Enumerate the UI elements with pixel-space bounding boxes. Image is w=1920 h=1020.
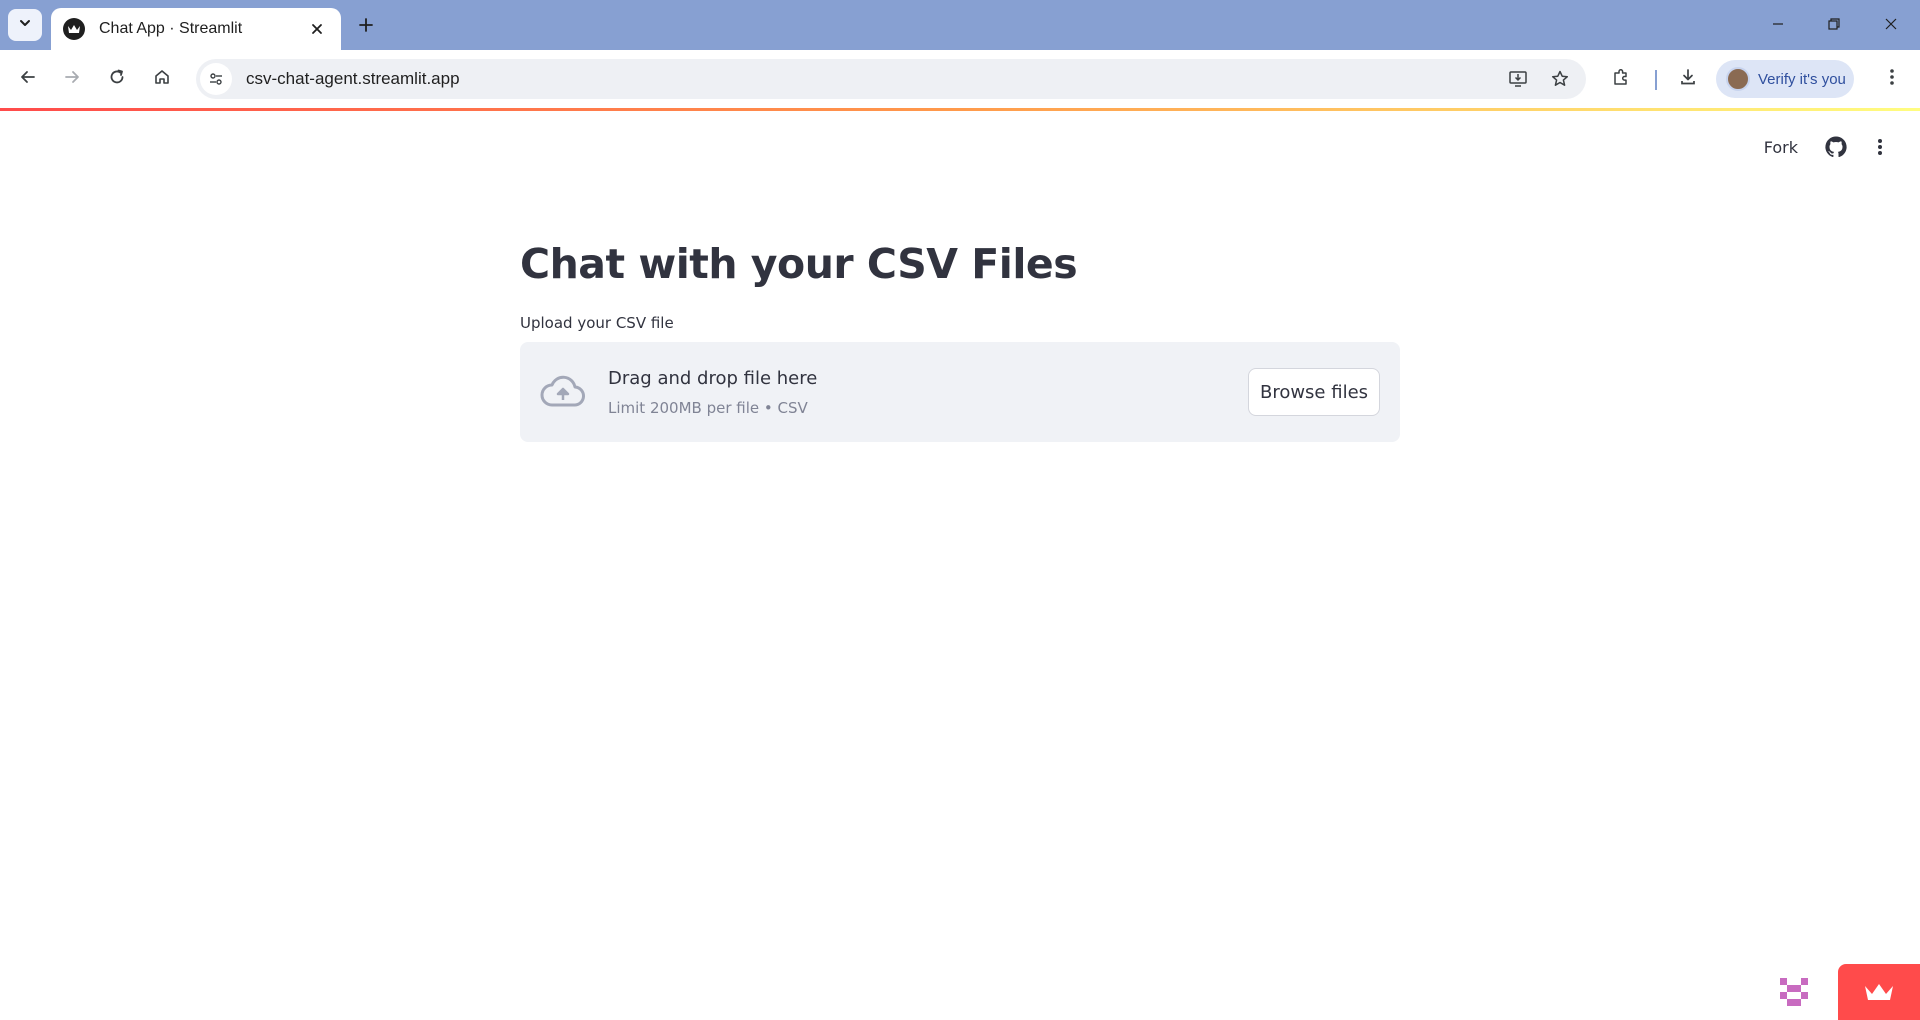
profile-label: Verify it's you (1758, 70, 1846, 88)
streamlit-crown-favicon-icon (63, 18, 85, 40)
dropzone-subtitle: Limit 200MB per file • CSV (608, 398, 808, 417)
app-menu-icon[interactable] (1866, 133, 1894, 161)
address-bar[interactable]: csv-chat-agent.streamlit.app (196, 59, 1586, 99)
app-toolbar: Fork (1764, 130, 1920, 164)
arrow-left-icon (19, 68, 37, 91)
file-uploader-label: Upload your CSV file (520, 314, 674, 332)
tab-search-button[interactable] (8, 9, 42, 41)
file-dropzone[interactable]: Drag and drop file here Limit 200MB per … (520, 342, 1400, 442)
extensions-button[interactable] (1605, 63, 1637, 95)
reload-icon (108, 68, 126, 91)
browser-tab-active[interactable]: Chat App · Streamlit (51, 8, 341, 50)
restore-window-button[interactable] (1814, 8, 1854, 40)
avatar (1726, 67, 1750, 91)
cloud-upload-icon (540, 369, 586, 415)
url-text[interactable]: csv-chat-agent.streamlit.app (246, 69, 1502, 89)
puzzle-icon (1611, 67, 1631, 92)
more-vertical-icon (1882, 67, 1902, 92)
profile-button[interactable]: Verify it's you (1716, 60, 1854, 98)
home-button[interactable] (146, 63, 178, 95)
bookmark-star-icon[interactable] (1544, 63, 1576, 95)
github-icon[interactable] (1822, 133, 1850, 161)
dropzone-title: Drag and drop file here (608, 367, 818, 389)
new-tab-button[interactable] (352, 11, 380, 39)
main-content: Chat with your CSV Files Upload your CSV… (520, 240, 1400, 442)
header-decoration-bar (0, 108, 1920, 111)
browser-toolbar: csv-chat-agent.streamlit.app Verify it's… (0, 50, 1920, 108)
reload-button[interactable] (101, 63, 133, 95)
browser-tab-strip: Chat App · Streamlit (0, 0, 1920, 50)
page-title: Chat with your CSV Files (520, 240, 1078, 288)
download-icon (1678, 67, 1698, 92)
downloads-button[interactable] (1672, 63, 1704, 95)
install-app-icon[interactable] (1502, 63, 1534, 95)
minimize-window-button[interactable] (1758, 8, 1798, 40)
close-window-button[interactable] (1871, 8, 1911, 40)
viewer-avatar-icon[interactable] (1776, 974, 1812, 1010)
streamlit-crown-icon[interactable] (1838, 964, 1920, 1020)
browse-files-button[interactable]: Browse files (1248, 368, 1380, 416)
browser-menu-button[interactable] (1876, 63, 1908, 95)
close-tab-icon[interactable] (305, 17, 329, 41)
chevron-down-icon (18, 16, 32, 35)
site-info-icon[interactable] (200, 63, 232, 95)
back-button[interactable] (12, 63, 44, 95)
toolbar-divider (1655, 70, 1657, 90)
fork-button[interactable]: Fork (1764, 138, 1798, 157)
forward-button[interactable] (56, 63, 88, 95)
home-icon (153, 68, 171, 91)
dropzone-instructions: Drag and drop file here Limit 200MB per … (608, 368, 1248, 417)
arrow-right-icon (63, 68, 81, 91)
tab-title: Chat App · Streamlit (99, 20, 243, 37)
